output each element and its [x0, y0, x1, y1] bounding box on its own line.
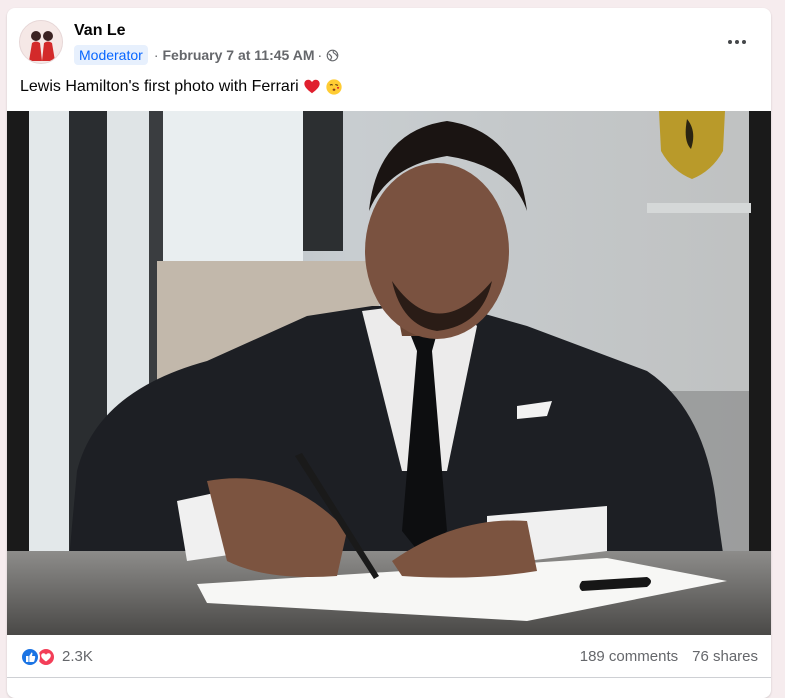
moderator-badge[interactable]: Moderator: [74, 45, 148, 65]
reaction-count: 2.3K: [62, 648, 93, 665]
heart-emoji: [304, 79, 320, 94]
meta-separator: ·: [153, 47, 159, 63]
engagement-stats: 189 comments 76 shares: [580, 648, 758, 665]
post-text: Lewis Hamilton's first photo with Ferrar…: [20, 78, 299, 95]
more-horizontal-icon: [728, 40, 732, 44]
like-icon: [20, 646, 40, 667]
shares-count[interactable]: 76 shares: [692, 648, 758, 665]
post-date[interactable]: February 7 at 11:45 AM: [162, 47, 314, 63]
globe-icon[interactable]: [326, 49, 339, 62]
post-text-row: Lewis Hamilton's first photo with Ferrar…: [20, 78, 343, 96]
kiss-emoji: [326, 79, 342, 95]
more-options-button[interactable]: [721, 30, 753, 54]
more-dot: [742, 40, 746, 44]
post-header: Van Le Moderator · February 7 at 11:45 A…: [19, 20, 759, 68]
post-photo[interactable]: [7, 111, 771, 635]
reactions-summary[interactable]: 2.3K: [20, 646, 93, 667]
post-stats: 2.3K 189 comments 76 shares: [7, 636, 771, 678]
post-meta: Moderator · February 7 at 11:45 AM ·: [74, 44, 339, 66]
author-name[interactable]: Van Le: [74, 22, 126, 40]
meta-separator-2: ·: [317, 47, 323, 63]
comments-count[interactable]: 189 comments: [580, 648, 678, 665]
avatar[interactable]: [19, 20, 63, 64]
post-card: Van Le Moderator · February 7 at 11:45 A…: [7, 8, 771, 698]
more-dot: [735, 40, 739, 44]
